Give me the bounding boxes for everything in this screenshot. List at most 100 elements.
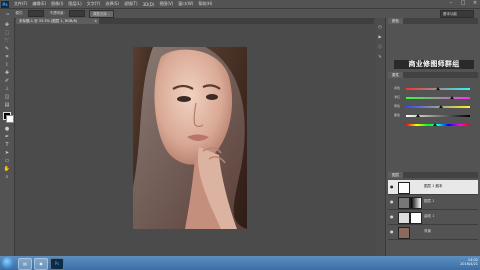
crop-tool-icon[interactable]: ⌗ [3,54,11,61]
opacity-field[interactable] [68,10,85,17]
clock-date[interactable]: 2016/4/21 [418,262,478,266]
mode-label: 模式: [15,11,24,15]
menu-help[interactable]: 帮助(H) [198,1,212,7]
layer-row[interactable]: ● 曲线 1 [388,210,478,225]
layer-name: 背景 [424,229,431,233]
history-icon[interactable]: ◷ [377,24,383,30]
slider-track[interactable] [406,87,470,90]
minimize-button[interactable]: – [448,0,454,7]
menu-layer[interactable]: 图层(L) [68,1,81,7]
layer-thumbnail [398,227,410,239]
layers-panel-tab[interactable]: 图层 [388,172,403,178]
slider-track[interactable] [406,114,470,117]
adjustment-slider[interactable]: 黄色 [394,104,474,110]
browser-taskbar-icon[interactable]: ◉ [34,258,48,270]
close-button[interactable]: × [472,0,478,7]
shape-tool-icon[interactable]: ▭ [3,158,11,165]
slider-knob[interactable] [415,114,420,117]
color-panel-tab[interactable]: 颜色 [388,18,403,24]
windows-taskbar: ▤ ◉ Ps 14:02 2016/4/21 [0,256,480,270]
start-button[interactable] [2,257,14,269]
visibility-eye-icon[interactable]: ● [390,199,396,205]
layer-row[interactable]: ● 背景 [388,225,478,240]
hand-tool-icon[interactable]: ✋ [3,166,11,173]
refine-edge-button[interactable]: 调整边缘... [88,9,115,18]
visibility-eye-icon[interactable]: ● [390,214,396,220]
maximize-button[interactable]: □ [460,0,466,7]
slider-knob[interactable] [439,105,444,108]
adjustment-slider[interactable]: 黑色 [394,113,474,119]
opacity-label: 不透明度: [49,11,65,15]
slider-track[interactable] [406,123,470,126]
layer-thumbnail [398,212,410,224]
slider-label: 黑色 [394,113,401,117]
toolbox: ✥ ⬚ ➰ ✎ ⌗ ⌇ ✚ ✐ ⊥ ◫ ▤ ● ✒ T ➤ ▭ ✋ ⌕ [0,18,15,256]
lasso-tool-icon[interactable]: ➰ [3,38,11,45]
menu-select[interactable]: 选择(S) [105,1,119,7]
adjustment-slider[interactable]: 青色 [394,86,474,92]
healing-brush-tool-icon[interactable]: ✚ [3,70,11,77]
menu-bar: Ps 文件(F) 编辑(E) 图像(I) 图层(L) 文字(Y) 选择(S) 滤… [0,0,480,8]
menu-view[interactable]: 视图(V) [159,1,173,7]
layer-name: 图层 1 [424,199,435,203]
workspace-select[interactable]: 基本功能 [440,10,474,18]
quick-select-tool-icon[interactable]: ✎ [3,46,11,53]
menu-type[interactable]: 文字(Y) [87,1,101,7]
menu-image[interactable]: 图像(I) [51,1,63,7]
marquee-tool-icon[interactable]: ⬚ [3,30,11,37]
portrait-photo[interactable] [133,47,247,229]
dodge-tool-icon[interactable]: ● [3,126,11,133]
menu-filter[interactable]: 滤镜(T) [124,1,138,7]
slider-label: 黄色 [394,104,401,108]
slider-knob[interactable] [432,123,437,126]
actions-icon[interactable]: ▶ [377,34,383,40]
brush-tool-icon[interactable]: ✐ [3,78,11,85]
menu-window[interactable]: 窗口(W) [178,1,193,7]
layer-thumbnail [398,197,410,209]
portrait-illustration [133,47,247,229]
mini-icon-dock: ◷ ▶ ⓘ ✎ [375,18,386,256]
slider-track[interactable] [406,96,470,99]
slider-label: 洋红 [394,95,401,99]
move-tool-icon[interactable]: ✥ [3,22,11,29]
slider-knob[interactable] [436,87,440,90]
eraser-tool-icon[interactable]: ◫ [3,94,11,101]
marquee-tool-icon[interactable]: ▭ [6,12,9,16]
visibility-eye-icon[interactable]: ● [390,184,396,190]
menu-3d[interactable]: 3D(D) [143,2,155,7]
pen-tool-icon[interactable]: ✒ [3,134,11,141]
layer-row[interactable]: ● 图层 1 副本 [388,180,478,195]
adjustment-slider[interactable] [394,122,474,128]
layers-panel: 图层 ● 图层 1 副本 ● 图层 1 ● 曲线 1 ● 背景 [388,172,478,256]
layer-thumbnail [398,182,410,194]
path-select-tool-icon[interactable]: ➤ [3,150,11,157]
eyedropper-tool-icon[interactable]: ⌇ [3,62,11,69]
layer-name: 曲线 1 [424,214,435,218]
mode-select[interactable] [27,10,44,17]
layer-row[interactable]: ● 图层 1 [388,195,478,210]
info-icon[interactable]: ⓘ [377,44,383,50]
gradient-tool-icon[interactable]: ▤ [3,102,11,109]
clone-stamp-tool-icon[interactable]: ⊥ [3,86,11,93]
layer-mask-thumbnail [410,197,422,209]
visibility-eye-icon[interactable]: ● [390,229,396,235]
photoshop-logo: Ps [1,0,9,8]
adjustment-slider[interactable]: 洋红 [394,95,474,101]
type-tool-icon[interactable]: T [3,142,11,149]
properties-panel-tab[interactable]: 属性 [388,72,403,78]
layer-name: 图层 1 副本 [424,184,443,188]
menu-file[interactable]: 文件(F) [14,1,27,7]
menu-edit[interactable]: 编辑(E) [32,1,46,7]
color-panel: 颜色 [388,18,478,54]
photoshop-taskbar-icon[interactable]: Ps [50,258,64,270]
slider-track[interactable] [406,105,470,108]
slider-label: 青色 [394,86,401,90]
document-tab-title: 未标题-1 @ 33.3% (图层 1, RGB/8) [19,19,78,23]
layer-mask-thumbnail [410,212,422,224]
brush-presets-icon[interactable]: ✎ [377,54,383,60]
zoom-tool-icon[interactable]: ⌕ [3,174,11,181]
explorer-taskbar-icon[interactable]: ▤ [18,258,32,270]
watermark-banner: 商业修图师群组 [394,60,474,69]
slider-knob[interactable] [450,96,455,99]
background-color-swatch[interactable] [6,115,14,123]
